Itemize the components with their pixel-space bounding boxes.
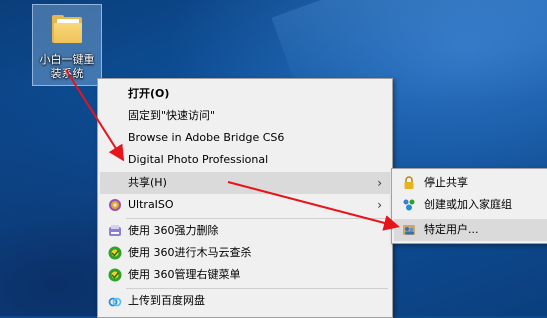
submenu-chevron-icon: › bbox=[377, 198, 382, 212]
submenu-chevron-icon: › bbox=[377, 176, 382, 190]
menu-item-label: 使用 360进行木马云查杀 bbox=[128, 246, 252, 259]
menu-item-label: 固定到"快速访问" bbox=[128, 109, 216, 122]
submenu-item-label: 停止共享 bbox=[424, 176, 468, 189]
menu-separator bbox=[126, 218, 388, 219]
360-shield-icon bbox=[108, 268, 122, 282]
menu-item-adobe-bridge[interactable]: Browse in Adobe Bridge CS6 bbox=[100, 127, 390, 149]
menu-item-share[interactable]: 共享(H) › bbox=[100, 172, 390, 194]
menu-item-digital-photo-professional[interactable]: Digital Photo Professional bbox=[100, 149, 390, 171]
menu-item-label: 使用 360管理右键菜单 bbox=[128, 268, 241, 281]
menu-item-label: Digital Photo Professional bbox=[128, 153, 269, 166]
users-icon bbox=[402, 223, 416, 237]
folder-icon bbox=[50, 15, 84, 45]
desktop-folder-icon-selected[interactable]: 小白一键重装系统 bbox=[32, 4, 102, 86]
360-shield-icon bbox=[108, 246, 122, 260]
baidu-netdisk-icon bbox=[108, 294, 122, 308]
submenu-item-stop-sharing[interactable]: 停止共享 bbox=[394, 172, 547, 194]
submenu-item-label: 特定用户... bbox=[424, 223, 479, 236]
ultraiso-disc-icon bbox=[108, 198, 122, 212]
homegroup-icon bbox=[402, 198, 416, 212]
menu-item-pin-quick-access[interactable]: 固定到"快速访问" bbox=[100, 105, 390, 127]
menu-item-360-trojan-scan[interactable]: 使用 360进行木马云查杀 bbox=[100, 242, 390, 264]
share-submenu: 停止共享 创建或加入家庭组 特定用户... bbox=[391, 168, 547, 244]
context-menu: 打开(O) 固定到"快速访问" Browse in Adobe Bridge C… bbox=[97, 78, 393, 318]
menu-separator bbox=[126, 288, 388, 289]
menu-item-upload-baidu-netdisk[interactable]: 上传到百度网盘 bbox=[100, 290, 390, 312]
menu-item-label: Browse in Adobe Bridge CS6 bbox=[128, 131, 285, 144]
menu-item-label: 上传到百度网盘 bbox=[128, 294, 205, 307]
menu-item-open[interactable]: 打开(O) bbox=[100, 83, 390, 105]
desktop-icon-label: 小白一键重装系统 bbox=[39, 53, 95, 80]
menu-item-360-manage-context-menu[interactable]: 使用 360管理右键菜单 bbox=[100, 264, 390, 286]
submenu-item-specific-people[interactable]: 特定用户... bbox=[394, 219, 547, 241]
submenu-item-homegroup[interactable]: 创建或加入家庭组 bbox=[394, 194, 547, 216]
menu-item-label: 打开(O) bbox=[128, 87, 170, 100]
menu-item-label: UltraISO bbox=[128, 198, 174, 211]
lock-icon bbox=[402, 176, 416, 190]
menu-item-label: 共享(H) bbox=[128, 176, 167, 189]
submenu-item-label: 创建或加入家庭组 bbox=[424, 198, 512, 211]
menu-item-label: 使用 360强力删除 bbox=[128, 224, 219, 237]
menu-item-ultraiso[interactable]: UltraISO › bbox=[100, 194, 390, 216]
360-shredder-icon bbox=[108, 224, 122, 238]
menu-item-360-force-delete[interactable]: 使用 360强力删除 bbox=[100, 220, 390, 242]
